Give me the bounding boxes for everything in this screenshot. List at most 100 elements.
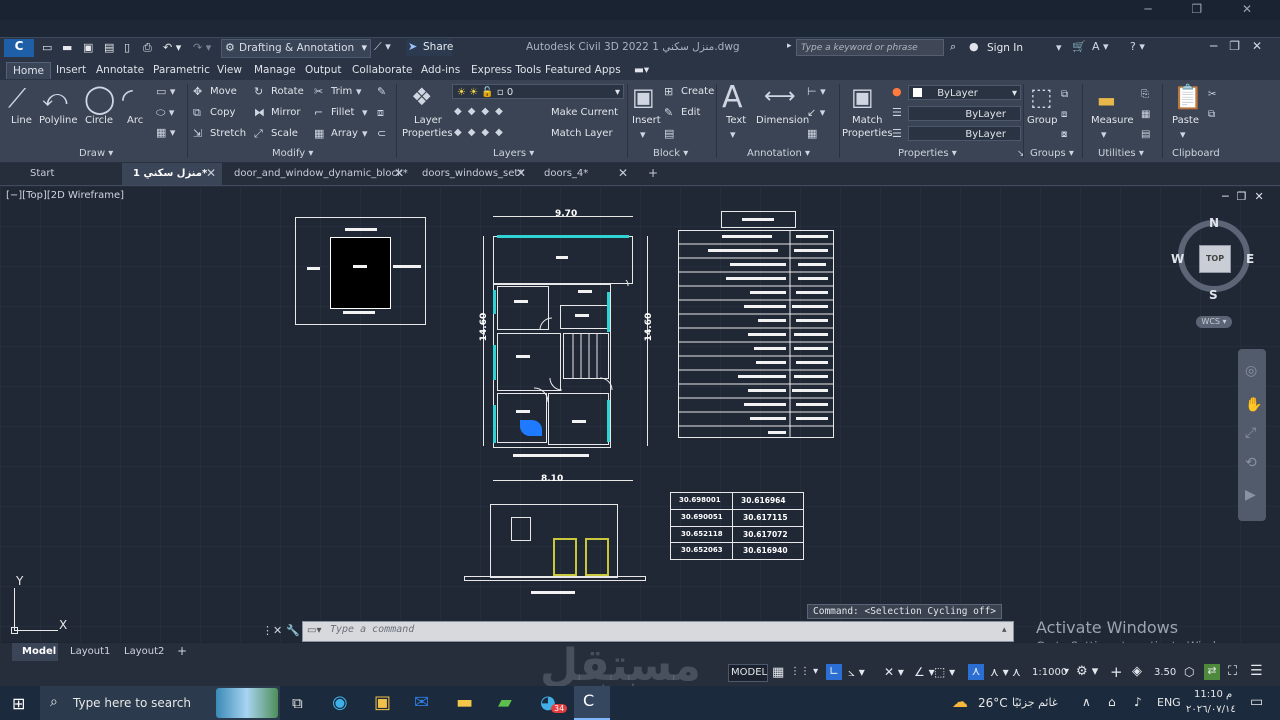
osnap-icon[interactable]: ✕ ▾ [884,665,904,679]
viewcube-east[interactable]: E [1246,252,1254,266]
search-icon[interactable]: ⌕ [950,40,956,54]
search-input[interactable]: Type a keyword or phrase [796,39,944,56]
chevron-down-icon[interactable]: ▾ [1180,128,1186,141]
snap-icon[interactable]: ⋮⋮ ▾ [790,666,818,677]
showmotion-icon[interactable]: ▶ [1245,487,1256,503]
paste-button[interactable]: Paste [1172,115,1199,126]
polar-icon[interactable]: ⦣ ▾ [848,665,865,680]
tab-express-tools[interactable]: Express Tools [471,64,541,76]
auto-scale-icon[interactable]: ⋏ ▾ [990,665,1009,679]
rotate-button[interactable]: Rotate [271,86,304,97]
paste-icon[interactable]: 📋 [1173,83,1203,111]
add-icon[interactable]: + [1110,663,1123,681]
chevron-down-icon[interactable]: ▾ [1056,41,1062,54]
clipboard-tools-icon[interactable]: ✂ ⧉ [1208,85,1216,125]
civil3d-taskbar-button[interactable]: C [574,686,610,720]
viewcube-north[interactable]: N [1209,216,1219,230]
offset-icon[interactable]: ⊂ [377,127,386,140]
orbit-icon[interactable]: ⟲ [1245,455,1257,471]
network-icon[interactable]: ⌂ [1108,695,1116,709]
clock-date[interactable]: ٢٠٢٦/٠٧/١٤ [1186,704,1236,715]
circle-icon[interactable]: ◯ [84,82,115,115]
viewport-window-controls[interactable]: ─❐✕ [1222,190,1272,203]
otrack-icon[interactable]: ∠ ▾ [914,665,935,679]
pan-icon[interactable]: ✋ [1245,397,1262,413]
color-wheel-icon[interactable]: ● [892,85,902,98]
search-expand-icon[interactable]: ▸ [787,41,792,51]
text-button[interactable]: Text [726,115,746,126]
selection-cycling-icon[interactable]: ⬚ ▾ [934,665,955,679]
tab-parametric[interactable]: Parametric [153,64,210,76]
chevron-down-icon[interactable]: ▾ [640,128,646,141]
tab-model[interactable]: Model [22,646,56,657]
close-icon[interactable]: ✕ [618,166,628,180]
rectangle-icon[interactable]: ▭ ▾ [156,85,175,98]
doc-window-controls[interactable]: ─❐✕ [1210,39,1274,53]
volume-icon[interactable]: ♪ [1134,695,1142,709]
clipboard-panel-title[interactable]: Clipboard [1172,148,1220,159]
utility-tools-icon[interactable]: ⎘ ▦ ▤ [1141,85,1150,145]
tab-collaborate[interactable]: Collaborate [352,64,412,76]
command-close-icon[interactable]: ⋮✕ [262,624,282,637]
customize-icon[interactable]: ⟋ ▾ [374,40,391,54]
hatch-icon[interactable]: ⬭ ▾ [156,106,174,120]
plot-preview-icon[interactable]: ▯ [124,41,130,54]
annotation-visibility-icon[interactable]: ⋏ [968,664,984,680]
close-icon[interactable]: ✕ [516,166,526,180]
tab-output[interactable]: Output [305,64,341,76]
isolate-icon[interactable]: ◈ [1132,664,1142,679]
layers-panel-title[interactable]: Layers ▾ [493,148,534,159]
text-icon[interactable]: A [722,80,743,115]
zoom-extents-icon[interactable]: ⤢ [1245,425,1256,441]
command-prompt-icon[interactable]: ▭▾ [307,625,321,636]
copy-button[interactable]: Copy [210,107,235,118]
stretch-button[interactable]: Stretch [210,128,246,139]
tab-manage[interactable]: Manage [254,64,296,76]
chevron-down-icon[interactable]: ▾ [362,127,368,140]
workspace-switch-icon[interactable]: ⚙ ▾ [1076,664,1098,679]
gradient-icon[interactable]: ▦ ▾ [156,126,175,139]
tab-home[interactable]: Home [6,62,52,79]
file-tab-doors-4[interactable]: doors_4* [544,168,588,179]
match-properties-label-2[interactable]: Properties [842,128,893,139]
viewport-controls-label[interactable]: [−][Top][2D Wireframe] [6,190,124,201]
windows-start-icon[interactable]: ⊞ [12,694,25,713]
block-panel-title[interactable]: Block ▾ [653,148,688,159]
tab-layout2[interactable]: Layout2 [124,646,164,657]
tab-insert[interactable]: Insert [56,64,86,76]
ortho-icon[interactable]: ∟ [826,664,842,680]
input-language[interactable]: ENG [1157,696,1181,709]
outlook-icon[interactable]: ✉ [414,692,429,713]
dimension-icon[interactable]: ⟷ [764,84,796,109]
tab-start[interactable]: Start [30,168,54,179]
file-tab-doors-windows-set[interactable]: doors_windows_set* [422,168,523,179]
fullscreen-icon[interactable]: ⛶ [1228,664,1237,679]
explode-icon[interactable]: ⧈ [377,106,384,120]
tab-annotate[interactable]: Annotate [96,64,144,76]
drawing-canvas[interactable] [0,186,1280,642]
groups-panel-title[interactable]: Groups ▾ [1030,148,1074,159]
annotation-scale-icon[interactable]: ⋏ [1012,665,1021,679]
match-properties-label-1[interactable]: Match [852,115,883,126]
fillet-button[interactable]: Fillet [331,107,354,118]
chevron-down-icon[interactable]: ▾ [362,106,368,119]
polyline-icon[interactable]: ⤺ [42,84,68,112]
task-view-icon[interactable]: ⧉ [292,694,303,712]
linear-dim-icon[interactable]: ⊢ ▾ [807,85,826,98]
attribute-icon[interactable]: ▤ [664,127,674,140]
file-tab-dynamic-block[interactable]: door_and_window_dynamic_block* [234,168,408,179]
group-icon[interactable]: ⬚ [1030,83,1053,111]
arc-button[interactable]: Arc [127,115,143,126]
cart-icon[interactable]: 🛒 [1072,40,1086,53]
circle-button[interactable]: Circle [85,115,113,126]
layer-properties-icon[interactable]: ❖ [411,83,433,111]
line-button[interactable]: Line [11,115,32,126]
steering-wheel-icon[interactable]: ◎ [1245,363,1257,379]
group-button[interactable]: Group [1027,115,1057,126]
polyline-button[interactable]: Polyline [39,115,78,126]
utilities-panel-title[interactable]: Utilities ▾ [1098,148,1144,159]
make-current-button[interactable]: Make Current [551,107,618,118]
close-icon[interactable]: ✕ [206,166,216,180]
command-input[interactable]: Type a command [330,624,414,635]
annotation-panel-title[interactable]: Annotation ▾ [747,148,810,159]
